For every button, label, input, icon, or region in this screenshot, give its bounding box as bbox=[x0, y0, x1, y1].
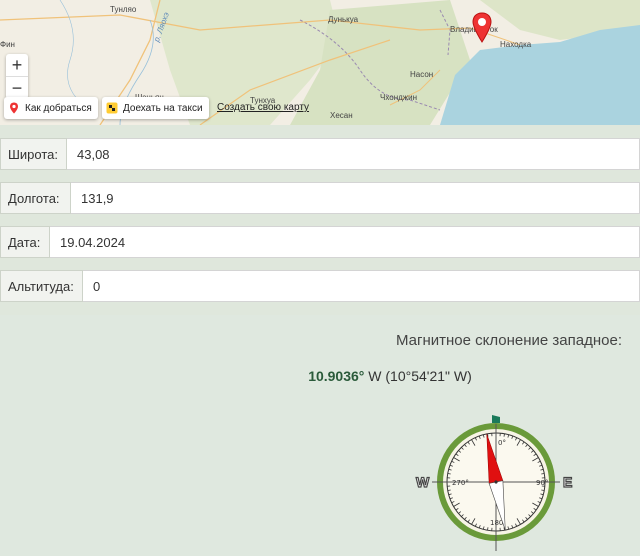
map-label-khesan: Хесан bbox=[330, 111, 353, 120]
result-panel: Магнитное склонение западное: 10.9036° W… bbox=[0, 315, 640, 556]
declination-value: 10.9036° W (10°54'21" W) bbox=[0, 368, 640, 384]
taxi-button[interactable]: Доехать на такси bbox=[102, 97, 209, 119]
create-map-link[interactable]: Создать свою карту bbox=[217, 102, 309, 113]
map-label-chkhondzhin: Чхонджин bbox=[380, 93, 418, 102]
declination-title: Магнитное склонение западное: bbox=[395, 332, 622, 349]
taxi-button-label: Доехать на такси bbox=[123, 102, 203, 114]
map-label-nakhodka: Находка bbox=[500, 40, 532, 49]
route-button-label: Как добраться bbox=[25, 102, 92, 114]
compass-east-label: E bbox=[563, 474, 572, 490]
map[interactable]: Тунляо Дунькуа Владивосток Находка Насон… bbox=[0, 0, 640, 125]
compass-tick bbox=[447, 489, 451, 491]
zoom-in-button[interactable]: + bbox=[6, 54, 28, 76]
date-label: Дата: bbox=[0, 226, 50, 258]
date-row: Дата: 19.04.2024 bbox=[0, 226, 640, 258]
longitude-input[interactable]: 131,9 bbox=[71, 182, 640, 214]
latitude-label: Широта: bbox=[0, 138, 67, 170]
latitude-input[interactable]: 43,08 bbox=[67, 138, 640, 170]
compass: 0° 90° 180 270° W E bbox=[415, 415, 573, 551]
zoom-control: + − bbox=[6, 54, 28, 99]
date-input[interactable]: 19.04.2024 bbox=[50, 226, 640, 258]
compass-tick bbox=[487, 527, 489, 531]
altitude-label: Альтитуда: bbox=[0, 270, 83, 302]
compass-tick bbox=[503, 433, 505, 437]
route-pin-icon bbox=[10, 102, 18, 114]
longitude-label: Долгота: bbox=[0, 182, 71, 214]
latitude-row: Широта: 43,08 bbox=[0, 138, 640, 170]
compass-west-label: W bbox=[416, 474, 430, 490]
route-button[interactable]: Как добраться bbox=[4, 97, 98, 119]
map-label-nason: Насон bbox=[410, 70, 434, 79]
compass-tick bbox=[541, 489, 545, 491]
compass-tick bbox=[447, 473, 451, 475]
map-pin-icon[interactable] bbox=[471, 12, 493, 44]
declination-detail: W (10°54'21" W) bbox=[364, 368, 472, 384]
map-label-tunlyao: Тунляо bbox=[110, 5, 137, 14]
compass-deg-180: 180 bbox=[490, 519, 503, 527]
compass-tick bbox=[541, 473, 545, 475]
compass-deg-90: 90° bbox=[536, 479, 548, 487]
north-flag-icon bbox=[492, 415, 500, 423]
altitude-input[interactable]: 0 bbox=[83, 270, 640, 302]
longitude-row: Долгота: 131,9 bbox=[0, 182, 640, 214]
declination-number: 10.9036° bbox=[308, 368, 365, 384]
map-label-dunkhua: Дунькуа bbox=[328, 15, 359, 24]
compass-deg-0: 0° bbox=[498, 439, 506, 447]
map-label-fin: Фин bbox=[0, 40, 15, 49]
taxi-icon bbox=[106, 102, 118, 114]
zoom-out-button[interactable]: − bbox=[6, 76, 28, 99]
compass-deg-270: 270° bbox=[452, 479, 469, 487]
altitude-row: Альтитуда: 0 bbox=[0, 270, 640, 302]
coordinates-form: Широта: 43,08 Долгота: 131,9 Дата: 19.04… bbox=[0, 125, 640, 315]
